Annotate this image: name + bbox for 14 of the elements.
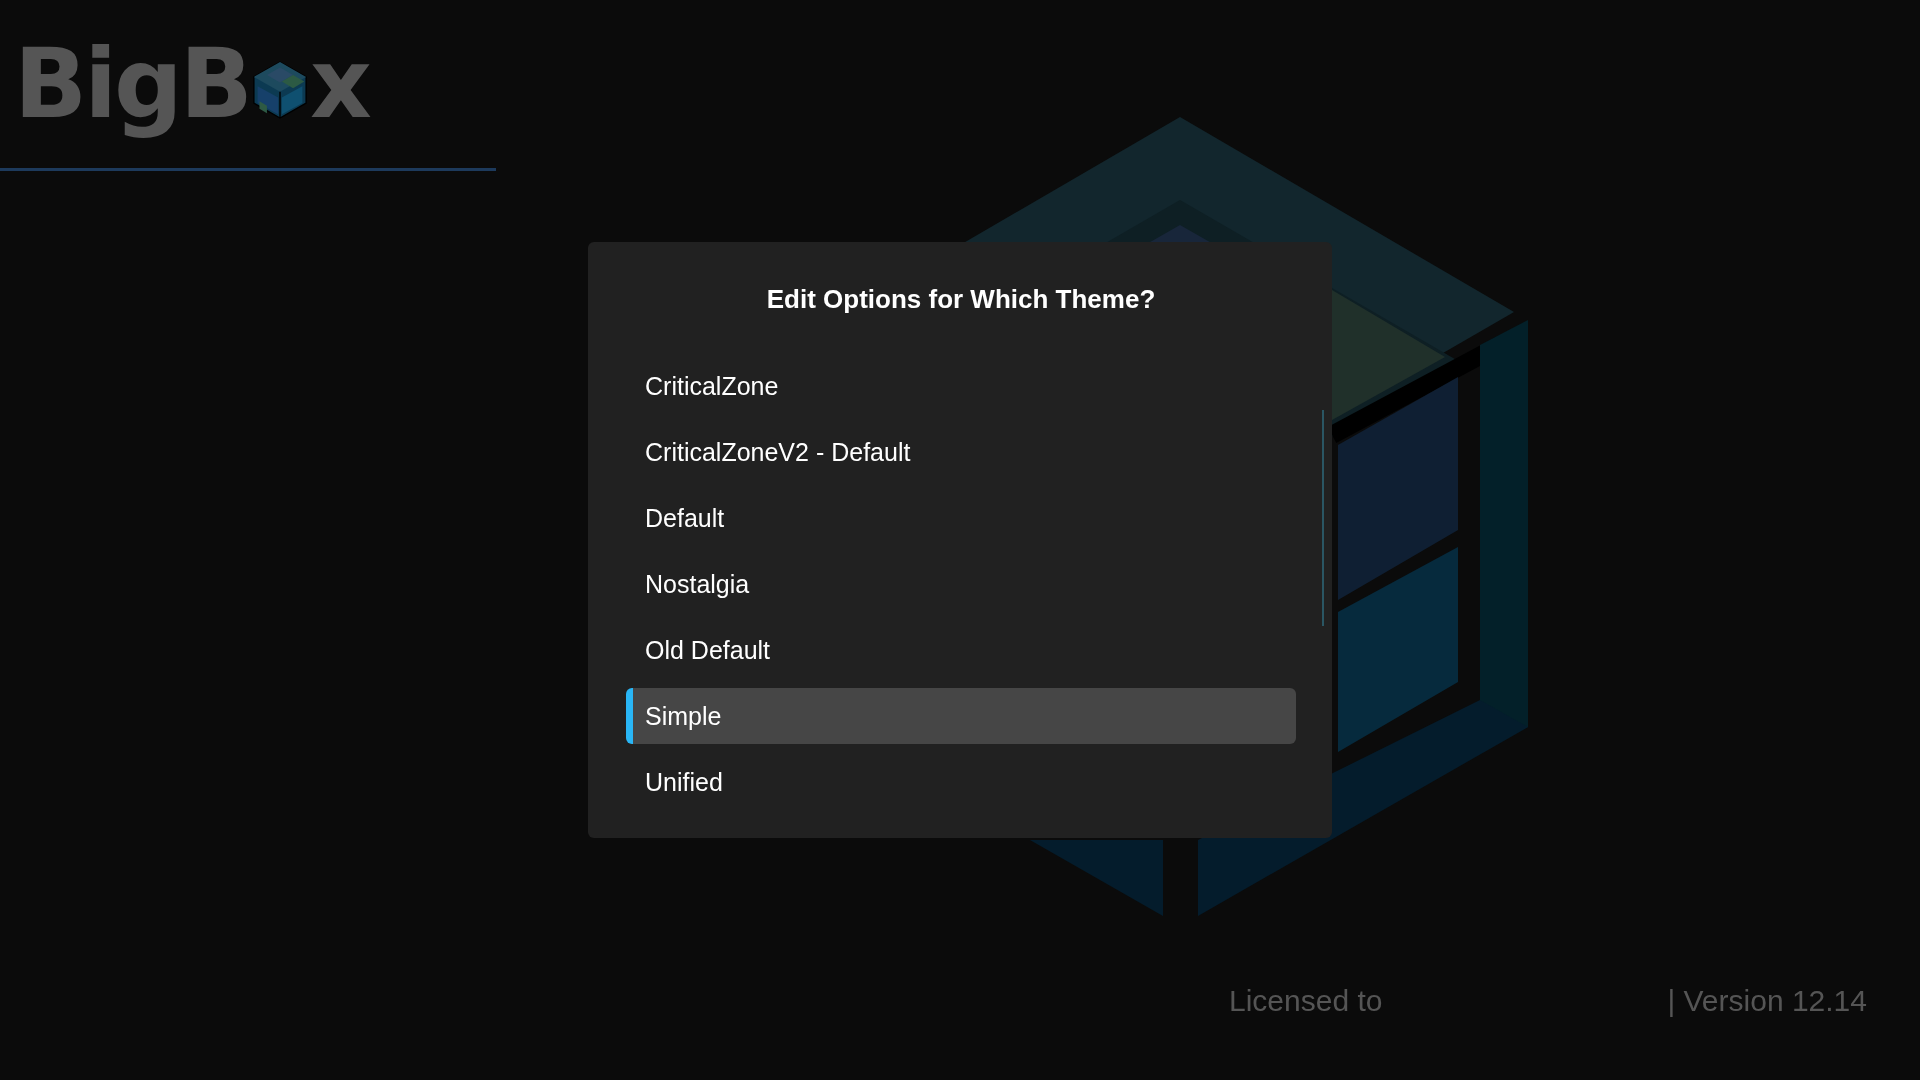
theme-list-item[interactable]: Nostalgia [626, 556, 1296, 612]
scrollbar-thumb[interactable] [1322, 410, 1324, 626]
dialog-title: Edit Options for Which Theme? [765, 283, 1157, 316]
logo-text: x [309, 27, 369, 142]
theme-list-item[interactable]: CriticalZoneV2 - Default [626, 424, 1296, 480]
theme-list-item[interactable]: Unified [626, 754, 1296, 810]
theme-list-item[interactable]: Simple [626, 688, 1296, 744]
theme-list-item[interactable]: Default [626, 490, 1296, 546]
license-text: Licensed to [1229, 984, 1383, 1018]
theme-list-item[interactable]: Old Default [626, 622, 1296, 678]
cube-icon [251, 59, 308, 121]
theme-list-item[interactable]: CriticalZone [626, 358, 1296, 414]
logo-text: BigB [14, 27, 250, 142]
version-text: | Version 12.14 [1667, 984, 1867, 1018]
